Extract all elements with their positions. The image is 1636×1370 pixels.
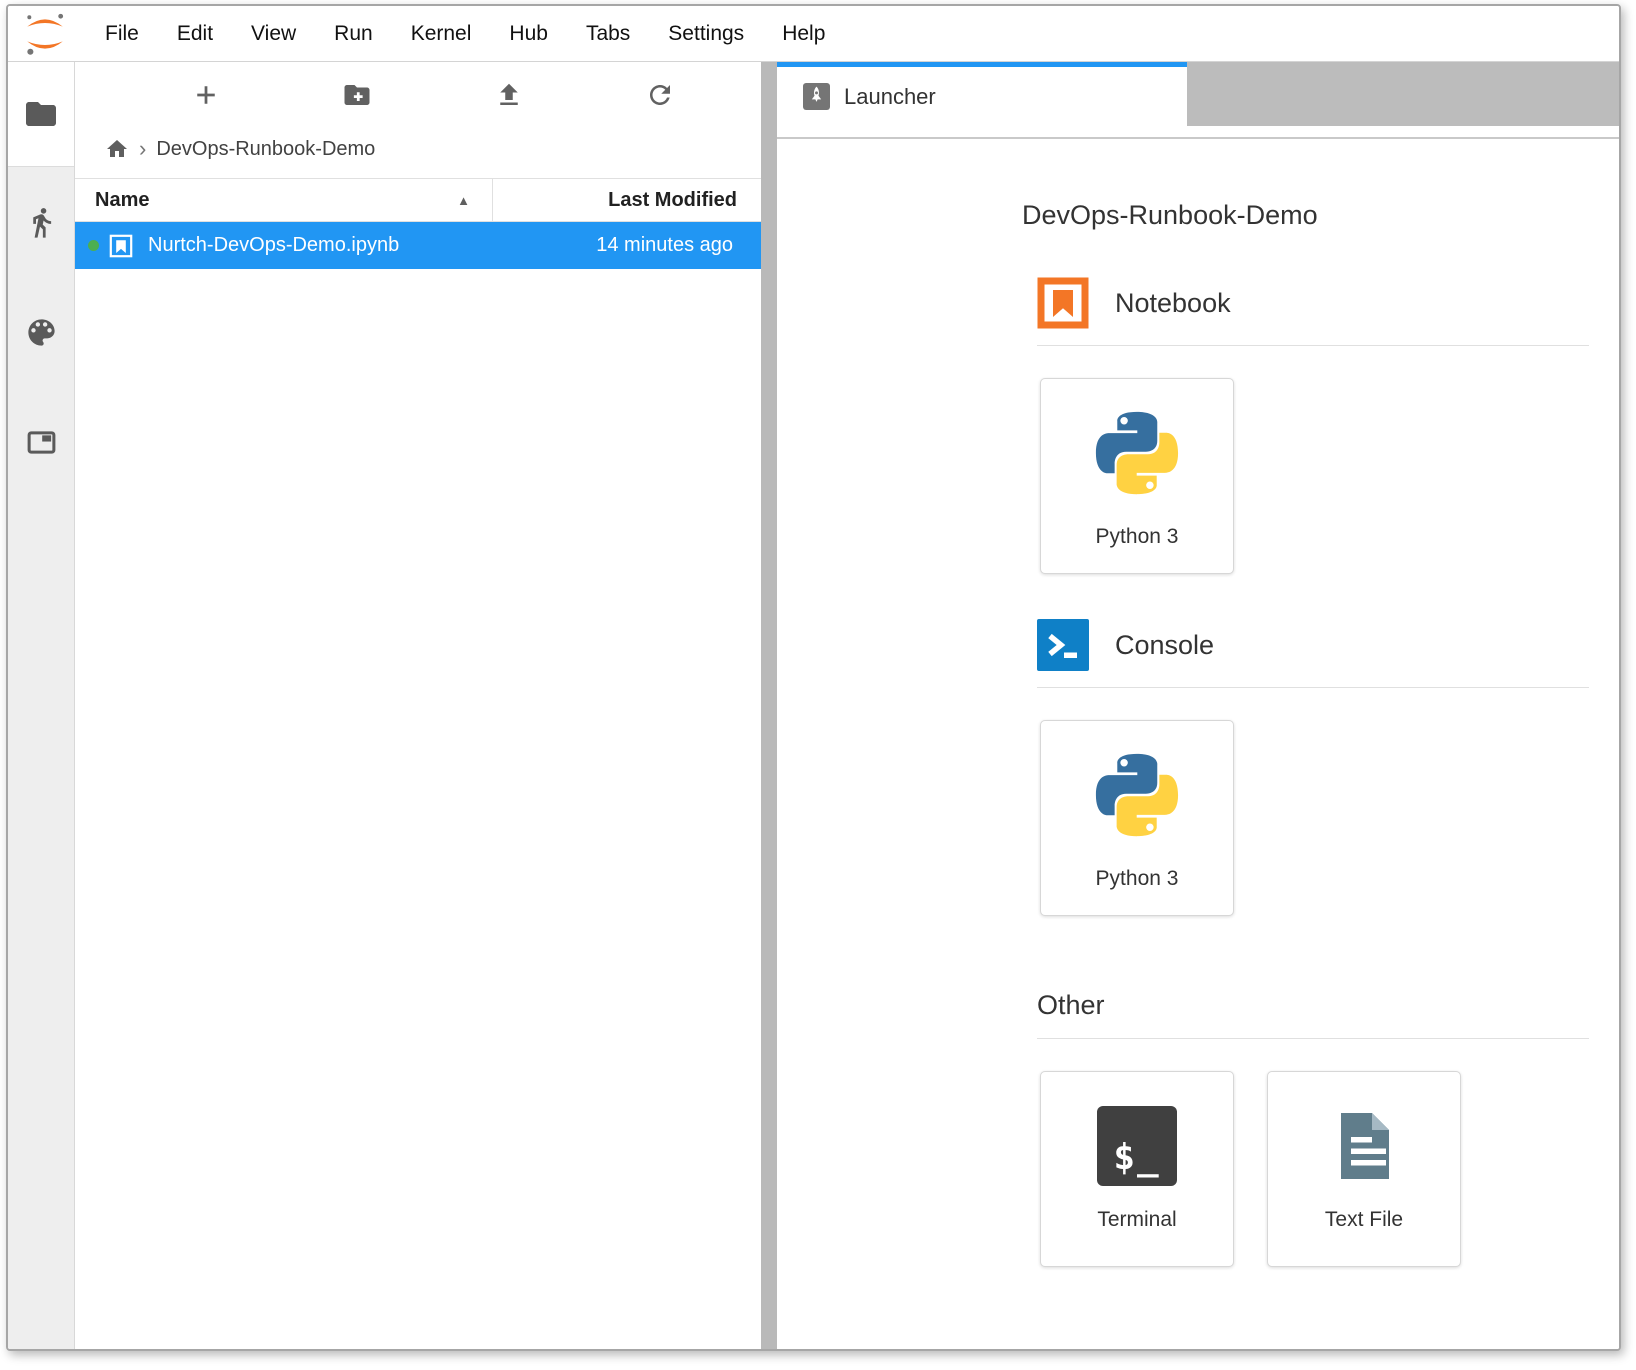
terminal-icon: $_	[1097, 1106, 1177, 1186]
console-cards: Python 3	[1040, 720, 1589, 916]
section-header-other: Other	[1037, 988, 1589, 1039]
refresh-button[interactable]	[585, 80, 737, 110]
palette-icon	[24, 315, 59, 350]
tab-launcher-label: Launcher	[844, 84, 936, 110]
launcher-body: DevOps-Runbook-Demo Notebook	[777, 139, 1619, 1349]
menu-view[interactable]: View	[232, 22, 315, 46]
section-label-console: Console	[1115, 628, 1214, 662]
upload-button[interactable]	[433, 80, 585, 110]
column-header-name[interactable]: Name ▲	[75, 179, 493, 221]
new-folder-button[interactable]	[282, 80, 434, 110]
breadcrumb-current-folder[interactable]: DevOps-Runbook-Demo	[156, 138, 375, 161]
sidebar-tab-file-browser[interactable]	[8, 62, 74, 166]
launcher-cwd-title: DevOps-Runbook-Demo	[1022, 198, 1589, 232]
section-header-console: Console	[1037, 619, 1589, 688]
dock-panel-divider	[777, 126, 1619, 139]
notebook-cards: Python 3	[1040, 378, 1589, 574]
file-row-notebook[interactable]: Nurtch-DevOps-Demo.ipynb 14 minutes ago	[75, 222, 761, 269]
other-cards: $_ Terminal	[1040, 1071, 1589, 1267]
breadcrumb-separator: ›	[139, 136, 146, 162]
launcher-card-console-python3[interactable]: Python 3	[1040, 720, 1234, 916]
file-browser-panel: › DevOps-Runbook-Demo Name ▲ Last Modifi…	[75, 62, 761, 1349]
file-browser-toolbar	[75, 62, 761, 128]
launcher-card-terminal[interactable]: $_ Terminal	[1040, 1071, 1234, 1267]
menu-edit[interactable]: Edit	[158, 22, 232, 46]
text-file-icon	[1324, 1106, 1404, 1186]
jupyterlab-window: File Edit View Run Kernel Hub Tabs Setti…	[6, 4, 1621, 1351]
card-label: Text File	[1325, 1208, 1403, 1232]
menu-bar: File Edit View Run Kernel Hub Tabs Setti…	[8, 6, 1619, 62]
file-name: Nurtch-DevOps-Demo.ipynb	[148, 234, 529, 257]
sidebar-tab-strip	[8, 166, 74, 1349]
python-icon	[1087, 403, 1187, 503]
plus-icon	[191, 80, 221, 110]
notebook-file-icon	[108, 233, 134, 259]
menu-hub[interactable]: Hub	[490, 22, 567, 46]
new-folder-icon	[342, 80, 372, 110]
home-icon[interactable]	[105, 137, 129, 161]
new-launcher-button[interactable]	[130, 80, 282, 110]
card-label: Python 3	[1096, 525, 1179, 549]
launcher-card-notebook-python3[interactable]: Python 3	[1040, 378, 1234, 574]
upload-icon	[494, 80, 524, 110]
refresh-icon	[645, 80, 675, 110]
tab-launcher[interactable]: Launcher	[777, 62, 1187, 126]
card-label: Python 3	[1096, 867, 1179, 891]
file-last-modified: 14 minutes ago	[529, 234, 761, 257]
notebook-icon	[1037, 277, 1089, 329]
file-list-empty-area	[75, 269, 761, 1349]
sort-ascending-icon: ▲	[457, 193, 470, 208]
launcher-card-text-file[interactable]: Text File	[1267, 1071, 1461, 1267]
sidebar-tab-command-palette[interactable]	[8, 277, 74, 387]
menu-settings[interactable]: Settings	[649, 22, 763, 46]
kernel-running-indicator	[88, 240, 99, 251]
panel-splitter-handle[interactable]	[761, 62, 777, 1349]
section-label-other: Other	[1037, 988, 1105, 1022]
main-dock-panel: Launcher DevOps-Runbook-Demo Notebook	[777, 62, 1619, 1349]
card-label: Terminal	[1097, 1208, 1176, 1232]
column-header-last-modified[interactable]: Last Modified	[493, 189, 761, 212]
jupyter-logo-icon	[22, 11, 68, 57]
left-sidebar	[8, 62, 75, 1349]
console-icon	[1037, 619, 1089, 671]
sidebar-tab-open-tabs[interactable]	[8, 387, 74, 497]
breadcrumb: › DevOps-Runbook-Demo	[75, 128, 761, 170]
menu-file[interactable]: File	[86, 22, 158, 46]
menu-kernel[interactable]: Kernel	[392, 22, 491, 46]
launcher-rocket-icon	[803, 83, 830, 110]
dock-tab-bar: Launcher	[777, 62, 1619, 126]
running-man-icon	[25, 206, 58, 239]
python-icon	[1087, 745, 1187, 845]
folder-icon	[23, 96, 59, 132]
menu-tabs[interactable]: Tabs	[567, 22, 649, 46]
menu-run[interactable]: Run	[315, 22, 392, 46]
menu-help[interactable]: Help	[763, 22, 844, 46]
tabs-icon	[25, 426, 58, 459]
sidebar-tab-running-sessions[interactable]	[8, 167, 74, 277]
section-header-notebook: Notebook	[1037, 277, 1589, 346]
section-label-notebook: Notebook	[1115, 286, 1231, 320]
file-list-header: Name ▲ Last Modified	[75, 178, 761, 222]
